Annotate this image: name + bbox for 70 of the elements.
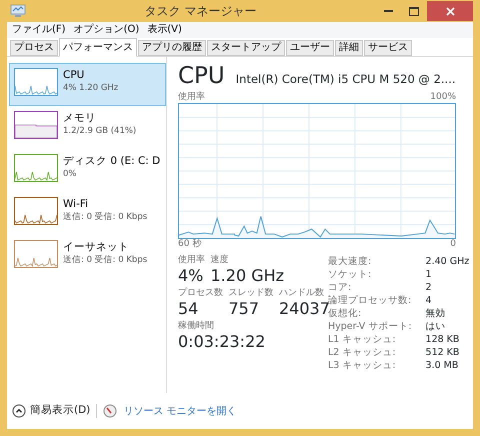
resource-monitor-link[interactable]: リソース モニターを開く: [123, 404, 236, 418]
spec-label: 論理プロセッサ数:: [328, 294, 426, 308]
spec-value: はい: [426, 320, 447, 334]
resource-name: イーサネット: [63, 240, 130, 254]
resource-item[interactable]: メモリ 1.2/2.9 GB (41%): [9, 106, 166, 149]
resource-detail: 1.2/2.9 GB (41%): [63, 125, 136, 137]
spec-value: 無効: [426, 307, 447, 320]
close-icon: [446, 6, 454, 16]
resource-item[interactable]: イーサネット 送信: 0 受信: 0 Kbps: [9, 235, 166, 278]
spec-label: L3 キャッシュ:: [328, 359, 397, 372]
stat-label: プロセス数: [178, 288, 223, 299]
resource-detail: 送信: 0 受信: 0 Kbps: [63, 211, 148, 223]
graph-time-label: 60 秒: [178, 238, 202, 250]
spec-label: Hyper-V サポート:: [328, 320, 413, 334]
resource-detail: 送信: 0 受信: 0 Kbps: [63, 254, 148, 266]
spec-value: 2.40 GHz: [426, 255, 470, 268]
tab[interactable]: サービス: [364, 40, 412, 56]
stat-label: 稼働時間: [178, 320, 215, 332]
resource-detail: 4% 1.20 GHz: [63, 82, 118, 94]
spec-value: 1: [426, 268, 433, 282]
processor-model: Intel(R) Core(TM) i5 CPU M 520 @ 2....: [236, 71, 456, 88]
spec-value: 512 KB: [426, 346, 460, 360]
tab[interactable]: 詳細: [335, 40, 363, 56]
stat-value: 1.20 GHz: [210, 266, 284, 286]
resource-name: メモリ: [63, 111, 97, 125]
tab[interactable]: アプリの履歴: [138, 40, 206, 56]
minimize-icon: [384, 10, 392, 12]
graph-max-label: 100%: [430, 92, 456, 103]
graph-label: 使用率: [178, 92, 205, 103]
tab[interactable]: スタートアップ: [207, 40, 285, 56]
maximize-icon: [409, 6, 419, 16]
stat-value: 0:03:23:22: [178, 332, 266, 351]
tab[interactable]: プロセス: [10, 40, 58, 56]
stat-value: 4%: [178, 266, 204, 286]
spec-value: 128 KB: [426, 333, 460, 346]
menu-item[interactable]: 表示(V): [144, 23, 185, 37]
resource-name: CPU: [63, 68, 86, 82]
resource-name: Wi-Fi: [63, 197, 90, 211]
stat-label: ハンドル数: [279, 288, 325, 299]
spec-value: 2: [426, 281, 433, 294]
spec-value: 3.0 MB: [426, 359, 460, 372]
stat-label: 速度: [210, 255, 230, 266]
resource-name: ディスク 0 (E: C: D: [63, 154, 160, 168]
resource-item[interactable]: Wi-Fi 送信: 0 受信: 0 Kbps: [9, 192, 166, 235]
stat-value: 54: [178, 299, 200, 318]
resource-title: CPU: [178, 63, 225, 89]
spec-label: L2 キャッシュ:: [328, 346, 397, 360]
menu-item[interactable]: ファイル(F): [9, 23, 69, 37]
stat-label: 使用率: [178, 255, 205, 266]
tab[interactable]: パフォーマンス: [59, 38, 137, 57]
spec-label: コア:: [328, 281, 352, 294]
tab[interactable]: ユーザー: [286, 40, 334, 56]
resource-detail: 0%: [63, 168, 78, 180]
resource-item[interactable]: ディスク 0 (E: C: D 0%: [9, 149, 166, 192]
spec-label: 最大速度:: [328, 255, 372, 268]
window-title: タスク マネージャー: [143, 3, 258, 20]
spec-label: L1 キャッシュ:: [328, 333, 397, 346]
spec-value: 4: [426, 294, 433, 308]
stat-label: スレッド数: [228, 288, 274, 299]
collapse-icon: [12, 404, 26, 418]
gauge-icon: [103, 404, 118, 418]
close-button[interactable]: [427, 1, 473, 21]
stat-value: 757: [228, 299, 260, 318]
spec-label: 仮想化:: [328, 307, 426, 320]
resource-item[interactable]: CPU 4% 1.20 GHz: [9, 63, 166, 106]
app-icon: [10, 4, 26, 18]
menu-item[interactable]: オプション(O): [70, 23, 142, 37]
fewer-details-button[interactable]: 簡易表示(D): [12, 403, 90, 419]
graph-time-label: 0: [450, 238, 456, 250]
spec-label: ソケット:: [328, 268, 372, 282]
